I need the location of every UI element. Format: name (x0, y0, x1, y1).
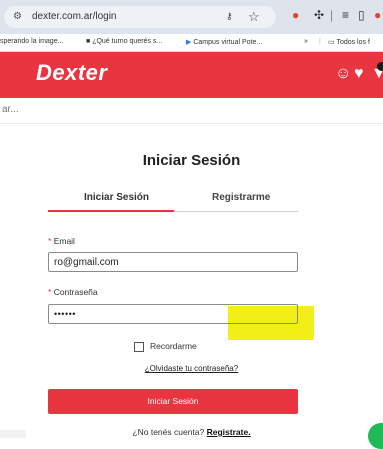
cart-badge (377, 62, 383, 71)
password-value: •••••• (54, 309, 76, 319)
browser-toolbar: ⚙ dexter.com.ar/login ⚷ ☆ ● ✣ | ≡ ▯ ● (0, 0, 383, 34)
bookmark-item[interactable]: ■ ¿Qué turno querés s... (86, 38, 162, 45)
site-header: Dexter ☺ ♥ ▼ (0, 52, 383, 98)
star-icon[interactable]: ☆ (248, 9, 260, 25)
site-logo[interactable]: Dexter (36, 60, 107, 86)
login-button[interactable]: Iniciar Sesión (48, 389, 298, 414)
tune-icon[interactable]: ⚙ (13, 11, 25, 23)
heart-icon[interactable]: ♥ (354, 65, 364, 83)
email-field[interactable]: ro@gmail.com (48, 252, 298, 272)
register-prompt: ¿No tenés cuenta? Registrate. (0, 427, 383, 437)
tab-register[interactable]: Registrarme (212, 192, 270, 203)
breadcrumb[interactable]: ar... (2, 104, 19, 115)
register-link[interactable]: Registrate. (207, 427, 251, 437)
tab-login[interactable]: Iniciar Sesión (84, 192, 149, 203)
forgot-password-link[interactable]: ¿Olvidaste tu contraseña? (0, 364, 383, 373)
bookmark-item[interactable]: sperando la image... (0, 38, 63, 45)
bookmarks-bar: sperando la image... ■ ¿Qué turno querés… (0, 34, 383, 52)
all-bookmarks-button[interactable]: ▭ Todos los f (328, 38, 370, 46)
toolbar-separator: | (330, 8, 334, 22)
page-title: Iniciar Sesión (142, 152, 241, 169)
whatsapp-chat-button[interactable] (368, 423, 383, 449)
bottom-left-element (0, 430, 26, 438)
sidebar-icon[interactable]: ▯ (358, 8, 365, 22)
url-text[interactable]: dexter.com.ar/login (32, 11, 117, 22)
address-bar[interactable]: ⚙ dexter.com.ar/login ⚷ ☆ (4, 6, 276, 28)
media-icon[interactable]: ≡ (342, 8, 349, 22)
email-label: * Email (48, 236, 75, 246)
tab-active-indicator (48, 210, 174, 212)
profile-icon[interactable]: ● (374, 8, 381, 22)
no-account-text: ¿No tenés cuenta? (132, 427, 205, 437)
email-value: ro@gmail.com (54, 257, 119, 268)
bookmark-separator: | (319, 38, 321, 45)
user-icon[interactable]: ☺ (335, 65, 351, 83)
divider (0, 123, 383, 124)
password-field[interactable]: •••••• (48, 304, 298, 324)
remember-label[interactable]: Recordarme (150, 341, 197, 351)
bookmarks-overflow-button[interactable]: » (304, 38, 308, 45)
password-label: * Contraseña (48, 287, 98, 297)
extension-puzzle-icon[interactable]: ✣ (314, 8, 324, 22)
extension-icon[interactable]: ● (292, 8, 299, 22)
bookmark-item[interactable]: ▶ Campus virtual Pote... (186, 38, 262, 46)
password-key-icon[interactable]: ⚷ (226, 11, 233, 22)
remember-checkbox[interactable] (134, 342, 144, 352)
